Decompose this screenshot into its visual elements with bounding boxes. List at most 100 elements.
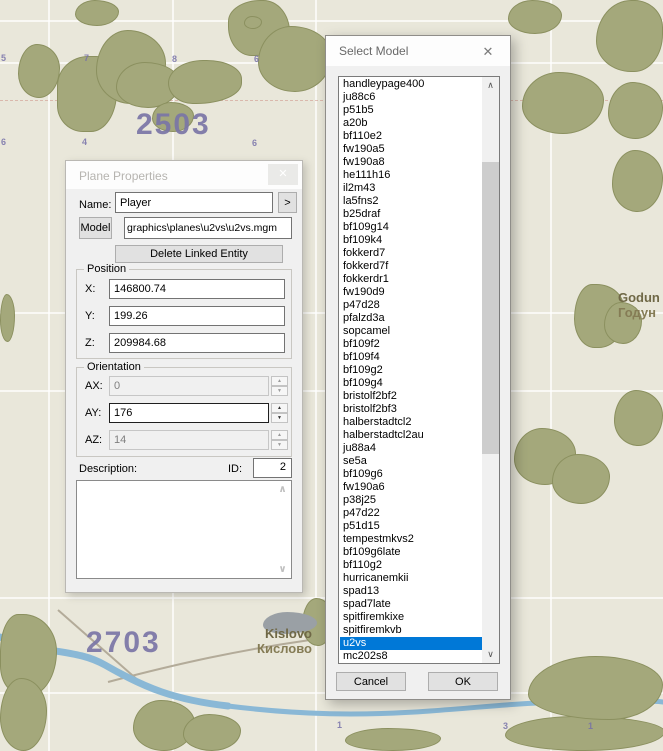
model-list-item[interactable]: p51d15 — [340, 520, 482, 533]
model-list-item[interactable]: halberstadtcl2 — [340, 416, 482, 429]
model-button[interactable]: Model — [79, 217, 112, 239]
model-list-item[interactable]: fokkerd7f — [340, 260, 482, 273]
model-list-item[interactable]: handleypage400 — [340, 78, 482, 91]
model-list-item[interactable]: bf110e2 — [340, 130, 482, 143]
model-list[interactable]: handleypage400ju88c6p51b5a20bbf110e2fw19… — [338, 76, 500, 664]
model-list-item[interactable]: sopcamel — [340, 325, 482, 338]
spinner-up-icon: ▲ — [271, 376, 288, 386]
scroll-up-icon[interactable]: ∧ — [276, 484, 289, 495]
spinner-up-icon[interactable]: ▲ — [271, 403, 288, 413]
model-list-item[interactable]: fw190d9 — [340, 286, 482, 299]
map-minor-marker: 1 — [588, 721, 593, 731]
scrollbar-up-icon[interactable]: ∧ — [482, 77, 499, 94]
model-path-field: graphics\planes\u2vs\u2vs.mgm — [124, 217, 292, 239]
model-list-item[interactable]: bf109g4 — [340, 377, 482, 390]
az-spinner: ▲ ▼ — [271, 430, 288, 450]
z-input[interactable] — [109, 333, 285, 353]
model-list-item[interactable]: il2m43 — [340, 182, 482, 195]
map-place-label: Godun Годун — [618, 290, 663, 320]
ay-label: AY: — [85, 407, 101, 419]
map-minor-marker: 3 — [503, 721, 508, 731]
model-list-item[interactable]: bristolf2bf3 — [340, 403, 482, 416]
scrollbar-down-icon[interactable]: ∨ — [482, 646, 499, 663]
model-list-item[interactable]: mc202s8 — [340, 650, 482, 662]
list-scrollbar[interactable]: ∧ ∨ — [482, 77, 499, 663]
model-list-item[interactable]: halberstadtcl2au — [340, 429, 482, 442]
map-minor-marker: 1 — [337, 720, 342, 730]
model-list-item[interactable]: he111h16 — [340, 169, 482, 182]
model-list-item[interactable]: fw190a8 — [340, 156, 482, 169]
model-list-item[interactable]: spitfiremkixe — [340, 611, 482, 624]
forest-blob — [596, 0, 663, 72]
description-textarea[interactable] — [78, 482, 275, 577]
scroll-down-icon[interactable]: ∨ — [276, 564, 289, 575]
map-grid-label: 2503 — [136, 108, 211, 142]
dialog-title: Select Model — [339, 44, 408, 58]
z-label: Z: — [85, 337, 95, 349]
map-minor-marker: 8 — [172, 54, 177, 64]
model-list-item[interactable]: fw190a5 — [340, 143, 482, 156]
x-input[interactable] — [109, 279, 285, 299]
id-label: ID: — [228, 463, 242, 475]
ay-input[interactable] — [109, 403, 269, 423]
model-list-item[interactable]: p47d22 — [340, 507, 482, 520]
place-name-cyrillic: Годун — [618, 305, 663, 320]
spinner-down-icon[interactable]: ▼ — [271, 413, 288, 423]
select-model-titlebar[interactable]: Select Model ✕ — [326, 36, 510, 66]
model-list-item[interactable]: bf109g2 — [340, 364, 482, 377]
model-list-item[interactable]: fw190a6 — [340, 481, 482, 494]
close-icon: ✕ — [483, 44, 494, 59]
place-name-cyrillic: Кислово — [248, 641, 312, 656]
y-input[interactable] — [109, 306, 285, 326]
model-list-item[interactable]: bf109g14 — [340, 221, 482, 234]
description-field-wrapper: ∧ ∨ — [76, 480, 292, 579]
model-list-item[interactable]: bf109f2 — [340, 338, 482, 351]
model-list-item[interactable]: p38j25 — [340, 494, 482, 507]
model-list-item[interactable]: spad13 — [340, 585, 482, 598]
plane-properties-dialog: Plane Properties ✕ Name: > Model graphic… — [65, 160, 303, 593]
model-list-item[interactable]: u2vs — [340, 637, 482, 650]
y-label: Y: — [85, 310, 95, 322]
ay-spinner[interactable]: ▲ ▼ — [271, 403, 288, 423]
x-label: X: — [85, 283, 95, 295]
close-button[interactable]: ✕ — [479, 43, 497, 61]
model-list-item[interactable]: la5fns2 — [340, 195, 482, 208]
model-list-item[interactable]: bf109g6 — [340, 468, 482, 481]
model-list-item[interactable]: b25draf — [340, 208, 482, 221]
model-list-item[interactable]: bf109k4 — [340, 234, 482, 247]
model-list-item[interactable]: bf109f4 — [340, 351, 482, 364]
model-list-item[interactable]: a20b — [340, 117, 482, 130]
model-list-item[interactable]: ju88c6 — [340, 91, 482, 104]
model-list-item[interactable]: fokkerd7 — [340, 247, 482, 260]
model-list-item[interactable]: spad7late — [340, 598, 482, 611]
delete-linked-entity-button[interactable]: Delete Linked Entity — [115, 245, 283, 263]
dialog-title: Plane Properties — [79, 169, 168, 183]
model-list-item[interactable]: spitfiremkvb — [340, 624, 482, 637]
cancel-button[interactable]: Cancel — [336, 672, 406, 691]
model-list-item[interactable]: tempestmkvs2 — [340, 533, 482, 546]
name-input[interactable] — [115, 192, 273, 213]
orientation-group: Orientation AX: ▲ ▼ AY: ▲ ▼ AZ: ▲ ▼ — [76, 367, 292, 457]
ok-button[interactable]: OK — [428, 672, 498, 691]
model-list-item[interactable]: bristolf2bf2 — [340, 390, 482, 403]
map-editor-screen: 2503 2703 Kislovo Кислово Godun Годун 5 … — [0, 0, 663, 751]
ax-spinner: ▲ ▼ — [271, 376, 288, 396]
close-button[interactable]: ✕ — [268, 164, 298, 185]
map-minor-marker: 5 — [1, 53, 6, 63]
model-list-item[interactable]: p47d28 — [340, 299, 482, 312]
name-label: Name: — [79, 199, 111, 211]
model-list-item[interactable]: ju88a4 — [340, 442, 482, 455]
model-list-item[interactable]: se5a — [340, 455, 482, 468]
plane-properties-titlebar[interactable]: Plane Properties ✕ — [66, 161, 302, 189]
model-list-item[interactable]: pfalzd3a — [340, 312, 482, 325]
map-place-label: Kislovo Кислово — [248, 626, 312, 656]
model-list-item[interactable]: bf110g2 — [340, 559, 482, 572]
model-list-item[interactable]: p51b5 — [340, 104, 482, 117]
map-minor-marker: 6 — [1, 137, 6, 147]
scrollbar-thumb[interactable] — [482, 162, 499, 454]
name-browse-button[interactable]: > — [278, 192, 297, 213]
model-list-item[interactable]: fokkerdr1 — [340, 273, 482, 286]
description-label: Description: — [79, 463, 137, 475]
model-list-item[interactable]: hurricanemkii — [340, 572, 482, 585]
model-list-item[interactable]: bf109g6late — [340, 546, 482, 559]
